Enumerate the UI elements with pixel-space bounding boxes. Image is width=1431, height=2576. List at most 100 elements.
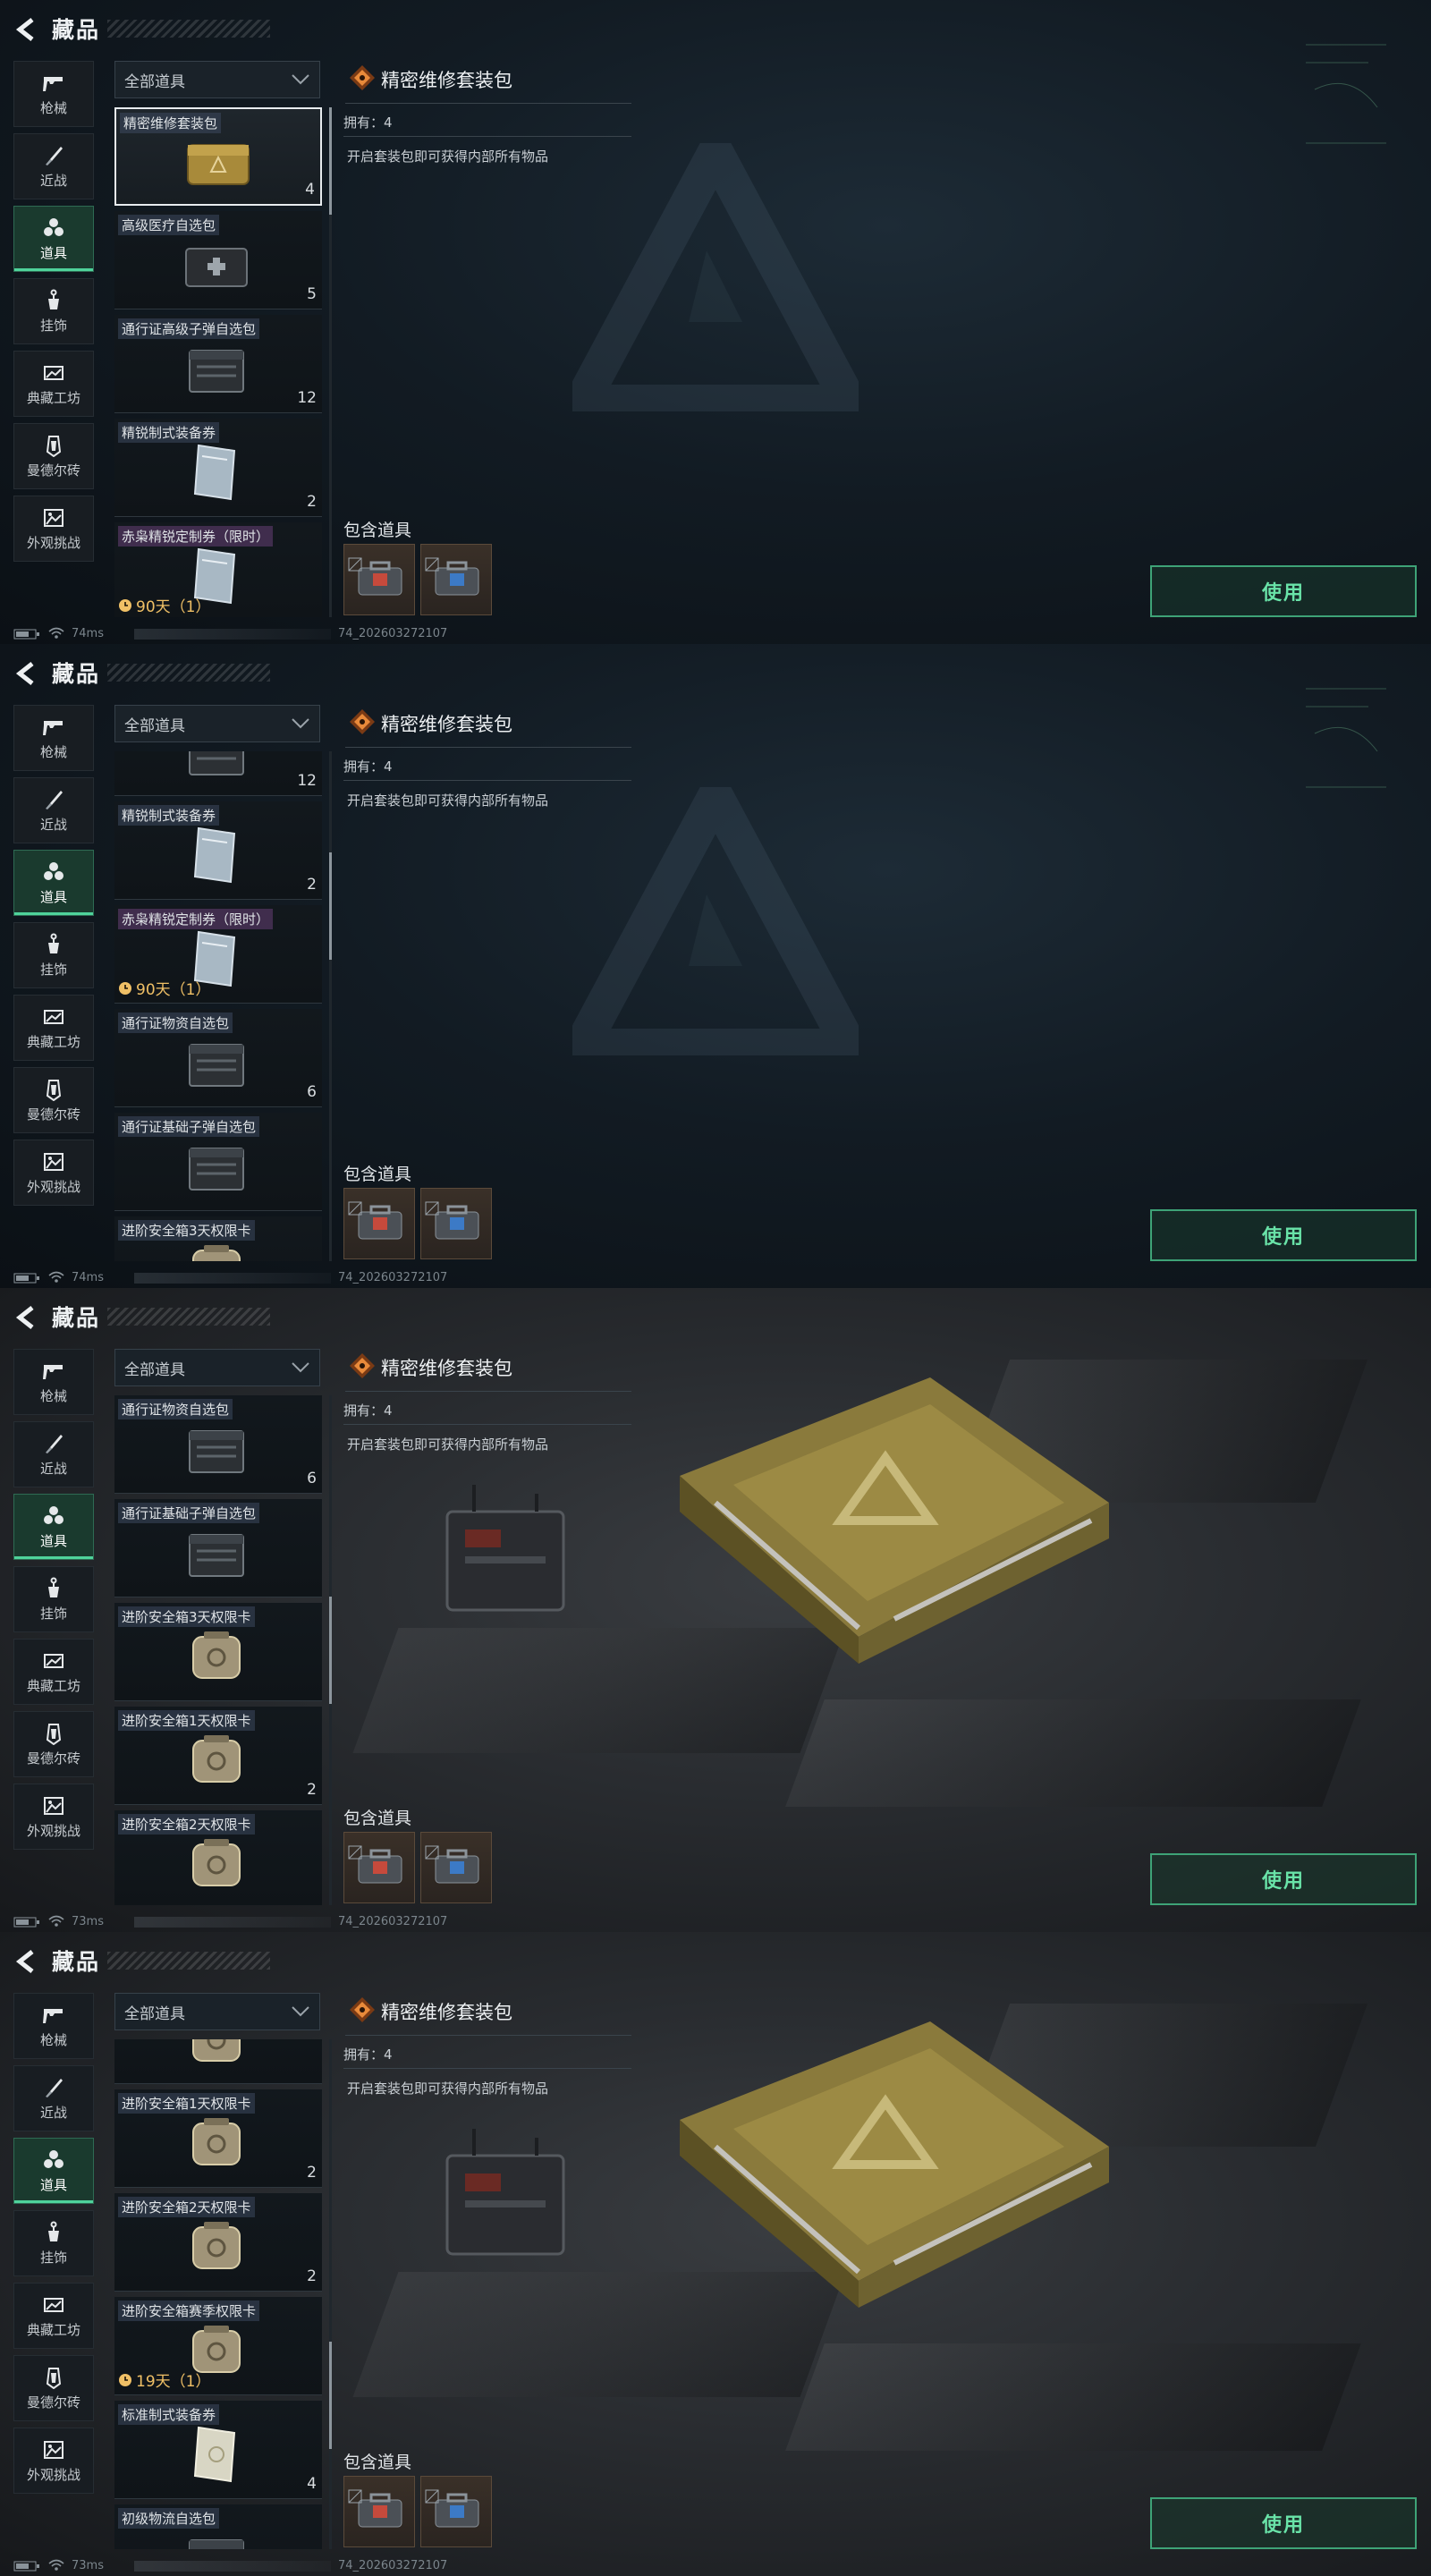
back-button[interactable]: [11, 1301, 41, 1335]
sidebar-item[interactable]: 近战: [13, 133, 94, 199]
item-count: 2: [307, 2267, 317, 2285]
filter-dropdown[interactable]: 全部道具: [114, 1349, 320, 1386]
list-item[interactable]: 进阶安全箱3天权限卡: [114, 1603, 322, 1701]
filter-dropdown[interactable]: 全部道具: [114, 1993, 320, 2030]
sidebar-item[interactable]: 近战: [13, 1421, 94, 1487]
contained-item-slot[interactable]: [420, 1832, 492, 1903]
list-item[interactable]: 精锐制式装备券 2: [114, 419, 322, 517]
scrollbar-thumb[interactable]: [329, 2342, 332, 2449]
sidebar-item[interactable]: 近战: [13, 777, 94, 843]
scrollbar-thumb[interactable]: [329, 852, 332, 960]
item-list[interactable]: 精密维修套装包 4 高级医疗自选包 5 通行证高级子弹自选包 12 精锐制式装备券 2 赤枭精锐…: [114, 107, 326, 617]
sidebar-item[interactable]: 枪械: [13, 1349, 94, 1415]
filter-dropdown[interactable]: 全部道具: [114, 705, 320, 742]
sidebar-item[interactable]: 道具: [13, 850, 94, 916]
list-item[interactable]: 赤枭精锐定制券（限时） 90天（1）: [114, 905, 322, 1004]
list-item[interactable]: 12: [114, 751, 322, 796]
safe-card-thumbnail: [192, 1631, 241, 1679]
sidebar-item[interactable]: 外观挑战: [13, 1140, 94, 1206]
contained-item-slot[interactable]: [420, 544, 492, 615]
list-item[interactable]: 初级物流自选包: [114, 2504, 322, 2549]
list-scrollbar[interactable]: [329, 751, 332, 1261]
back-button[interactable]: [11, 13, 41, 47]
sidebar-item[interactable]: 典藏工坊: [13, 995, 94, 1061]
list-scrollbar[interactable]: [329, 1395, 332, 1905]
list-item[interactable]: 标准制式装备券 4: [114, 2401, 322, 2499]
contained-item-slot[interactable]: [343, 1188, 415, 1259]
detail-header: 精密维修套装包: [345, 1349, 631, 1392]
list-item[interactable]: [114, 2039, 322, 2084]
items-icon: [44, 861, 64, 880]
list-item[interactable]: 进阶安全箱2天权限卡 2: [114, 2193, 322, 2292]
list-item[interactable]: 通行证基础子弹自选包: [114, 1113, 322, 1211]
sidebar-item[interactable]: 曼德尔砖: [13, 423, 94, 489]
contained-item-slot[interactable]: [420, 1188, 492, 1259]
list-scrollbar[interactable]: [329, 107, 332, 617]
sidebar-item[interactable]: 道具: [13, 1494, 94, 1560]
back-button[interactable]: [11, 1945, 41, 1979]
list-scrollbar[interactable]: [329, 2039, 332, 2549]
list-item[interactable]: 进阶安全箱1天权限卡 2: [114, 1707, 322, 1805]
item-list[interactable]: 进阶安全箱1天权限卡 2 进阶安全箱2天权限卡 2 进阶安全箱赛季权限卡 19天（1） 标准…: [114, 2039, 326, 2549]
list-item[interactable]: 进阶安全箱赛季权限卡 19天（1）: [114, 2297, 322, 2395]
sidebar-item[interactable]: 枪械: [13, 61, 94, 127]
list-item[interactable]: 精密维修套装包 4: [114, 107, 322, 206]
sidebar-item[interactable]: 典藏工坊: [13, 2283, 94, 2349]
sidebar-item[interactable]: 曼德尔砖: [13, 1067, 94, 1133]
sidebar-item[interactable]: 挂饰: [13, 2210, 94, 2276]
filter-dropdown[interactable]: 全部道具: [114, 61, 320, 98]
sidebar-item[interactable]: 挂饰: [13, 922, 94, 988]
use-button[interactable]: 使用: [1150, 2497, 1417, 2549]
list-item[interactable]: 高级医疗自选包 5: [114, 211, 322, 309]
list-item[interactable]: 进阶安全箱1天权限卡 2: [114, 2089, 322, 2188]
back-arrow-icon: [15, 1950, 34, 1973]
sidebar-item[interactable]: 典藏工坊: [13, 1639, 94, 1705]
locked-icon: [425, 557, 439, 572]
sidebar-item[interactable]: 挂饰: [13, 278, 94, 344]
sidebar-item[interactable]: 道具: [13, 206, 94, 272]
scrollbar-thumb[interactable]: [329, 1597, 332, 1704]
list-item[interactable]: 精锐制式装备券 2: [114, 801, 322, 900]
sidebar-item[interactable]: 典藏工坊: [13, 351, 94, 417]
sidebar-item-label: 典藏工坊: [26, 1033, 80, 1050]
sidebar-item[interactable]: 外观挑战: [13, 2428, 94, 2494]
scrollbar-thumb[interactable]: [329, 107, 332, 215]
filter-label: 全部道具: [124, 2004, 185, 2023]
list-item[interactable]: 赤枭精锐定制券（限时） 90天（1）: [114, 522, 322, 617]
sidebar-item[interactable]: 曼德尔砖: [13, 2355, 94, 2421]
contained-item-slot[interactable]: [343, 544, 415, 615]
use-button[interactable]: 使用: [1150, 565, 1417, 617]
sidebar-item[interactable]: 外观挑战: [13, 1784, 94, 1850]
sidebar-item[interactable]: 枪械: [13, 1993, 94, 2059]
item-timer: 90天（1）: [118, 594, 210, 616]
item-count: 4: [305, 181, 315, 199]
sidebar-item[interactable]: 道具: [13, 2138, 94, 2204]
list-item[interactable]: 通行证物资自选包 6: [114, 1009, 322, 1107]
detail-header: 精密维修套装包: [345, 1993, 631, 2036]
sidebar-item[interactable]: 近战: [13, 2065, 94, 2131]
item-name: 进阶安全箱1天权限卡: [118, 1710, 255, 1731]
sidebar-item[interactable]: 曼德尔砖: [13, 1711, 94, 1777]
item-name: 高级医疗自选包: [118, 215, 220, 235]
item-list[interactable]: 12 精锐制式装备券 2 赤枭精锐定制券（限时） 90天（1） 通行证物资自选包 6 通行证基…: [114, 751, 326, 1261]
sidebar-item[interactable]: 挂饰: [13, 1566, 94, 1632]
contained-item-slot[interactable]: [343, 1832, 415, 1903]
sidebar-item[interactable]: 外观挑战: [13, 496, 94, 562]
wifi-icon: [48, 1915, 64, 1927]
list-item[interactable]: 进阶安全箱2天权限卡: [114, 1810, 322, 1905]
use-button[interactable]: 使用: [1150, 1853, 1417, 1905]
list-item[interactable]: 通行证高级子弹自选包 12: [114, 315, 322, 413]
contained-item-slot[interactable]: [343, 2476, 415, 2547]
contains-label: 包含道具: [343, 521, 412, 540]
use-button[interactable]: 使用: [1150, 1209, 1417, 1261]
list-item[interactable]: 通行证物资自选包 6: [114, 1395, 322, 1494]
item-name: 进阶安全箱3天权限卡: [118, 1606, 255, 1627]
contained-item-slot[interactable]: [420, 2476, 492, 2547]
sidebar-item-label: 道具: [39, 888, 67, 905]
sidebar-item[interactable]: 枪械: [13, 705, 94, 771]
list-item[interactable]: 进阶安全箱3天权限卡: [114, 1216, 322, 1261]
back-button[interactable]: [11, 657, 41, 691]
charm-icon: [48, 2221, 59, 2241]
item-list[interactable]: 通行证物资自选包 6 通行证基础子弹自选包进阶安全箱3天权限卡进阶安全箱1天权限卡 2…: [114, 1395, 326, 1905]
list-item[interactable]: 通行证基础子弹自选包: [114, 1499, 322, 1597]
